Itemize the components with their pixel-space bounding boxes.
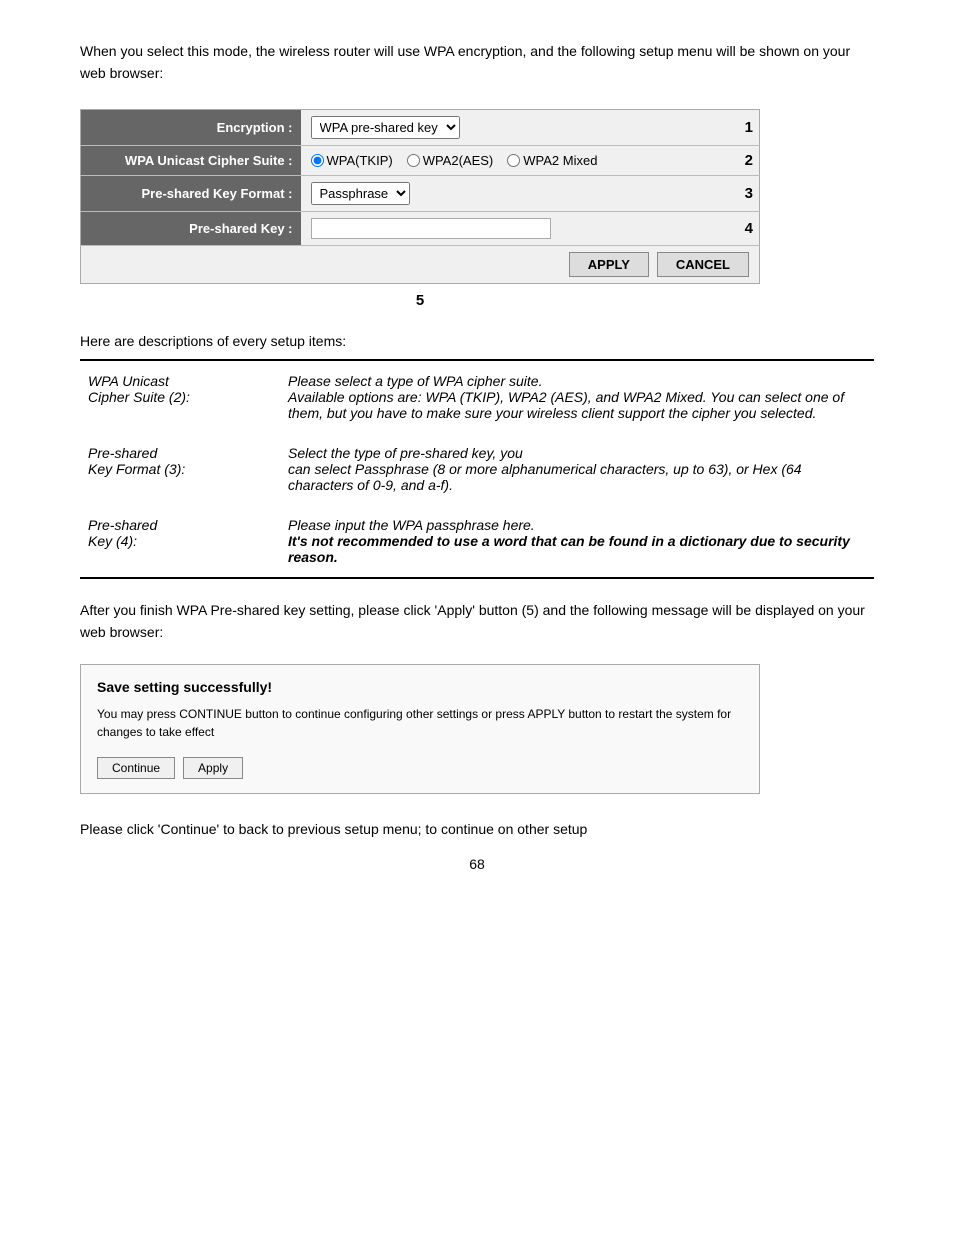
encryption-row: Encryption : WPA pre-shared key WPA Ente…	[81, 109, 760, 145]
row-number-1: 1	[730, 109, 760, 145]
after-text: After you finish WPA Pre-shared key sett…	[80, 599, 874, 644]
success-buttons: Continue Apply	[97, 757, 743, 779]
success-body: You may press CONTINUE button to continu…	[97, 705, 743, 741]
wpa-cipher-label: WPA Unicast Cipher Suite :	[81, 145, 301, 175]
wpa-mixed-label[interactable]: WPA2 Mixed	[507, 153, 597, 168]
wpa-cipher-value: WPA(TKIP) WPA2(AES) WPA2 Mixed	[301, 145, 730, 175]
button-spacer	[81, 245, 301, 283]
success-box: Save setting successfully! You may press…	[80, 664, 760, 794]
key-def: Please input the WPA passphrase here. It…	[280, 505, 874, 578]
preshared-key-label: Pre-shared Key :	[81, 211, 301, 245]
descriptions-table: WPA UnicastCipher Suite (2): Please sele…	[80, 359, 874, 579]
page-number: 68	[80, 856, 874, 872]
wpa-radio-group: WPA(TKIP) WPA2(AES) WPA2 Mixed	[311, 153, 720, 168]
preshared-format-row: Pre-shared Key Format : Passphrase Hex 3	[81, 175, 760, 211]
button-cell: APPLY CANCEL	[301, 245, 760, 283]
preshared-format-label: Pre-shared Key Format :	[81, 175, 301, 211]
wpa-mixed-radio[interactable]	[507, 154, 520, 167]
intro-paragraph: When you select this mode, the wireless …	[80, 40, 874, 85]
key-term: Pre-sharedKey (4):	[80, 505, 280, 578]
preshared-key-row: Pre-shared Key : 4	[81, 211, 760, 245]
row-number-2: 2	[730, 145, 760, 175]
passphrase-select[interactable]: Passphrase Hex	[311, 182, 410, 205]
apply2-button[interactable]: Apply	[183, 757, 243, 779]
wpa-aes-radio[interactable]	[407, 154, 420, 167]
wpa-term-text: WPA UnicastCipher Suite (2):	[88, 373, 190, 405]
encryption-value: WPA pre-shared key WPA Enterprise	[301, 109, 730, 145]
key-term-text: Pre-sharedKey (4):	[88, 517, 157, 549]
format-term-text: Pre-sharedKey Format (3):	[88, 445, 185, 477]
desc-row-wpa: WPA UnicastCipher Suite (2): Please sele…	[80, 360, 874, 433]
button-row: APPLY CANCEL	[81, 245, 760, 283]
encryption-select[interactable]: WPA pre-shared key WPA Enterprise	[311, 116, 460, 139]
here-text: Here are descriptions of every setup ite…	[80, 333, 874, 349]
apply-button[interactable]: APPLY	[569, 252, 649, 277]
format-term: Pre-sharedKey Format (3):	[80, 433, 280, 505]
wpa-cipher-row: WPA Unicast Cipher Suite : WPA(TKIP) WPA…	[81, 145, 760, 175]
cancel-button[interactable]: CANCEL	[657, 252, 749, 277]
settings-table: Encryption : WPA pre-shared key WPA Ente…	[80, 109, 760, 284]
desc-row-format: Pre-sharedKey Format (3): Select the typ…	[80, 433, 874, 505]
wpa-def: Please select a type of WPA cipher suite…	[280, 360, 874, 433]
bottom-text: Please click 'Continue' to back to previ…	[80, 818, 874, 840]
continue-button[interactable]: Continue	[97, 757, 175, 779]
format-def: Select the type of pre-shared key, you c…	[280, 433, 874, 505]
number-5-label: 5	[80, 292, 760, 309]
row-number-3: 3	[730, 175, 760, 211]
preshared-format-value: Passphrase Hex	[301, 175, 730, 211]
encryption-label: Encryption :	[81, 109, 301, 145]
desc-row-key: Pre-sharedKey (4): Please input the WPA …	[80, 505, 874, 578]
wpa-aes-label[interactable]: WPA2(AES)	[407, 153, 494, 168]
success-title: Save setting successfully!	[97, 679, 743, 695]
row-number-4: 4	[730, 211, 760, 245]
key-def-bold: It's not recommended to use a word that …	[288, 533, 850, 565]
wpa-tkip-radio[interactable]	[311, 154, 324, 167]
preshared-key-input[interactable]	[311, 218, 551, 239]
preshared-key-value	[301, 211, 730, 245]
wpa-term: WPA UnicastCipher Suite (2):	[80, 360, 280, 433]
wpa-tkip-label[interactable]: WPA(TKIP)	[311, 153, 393, 168]
